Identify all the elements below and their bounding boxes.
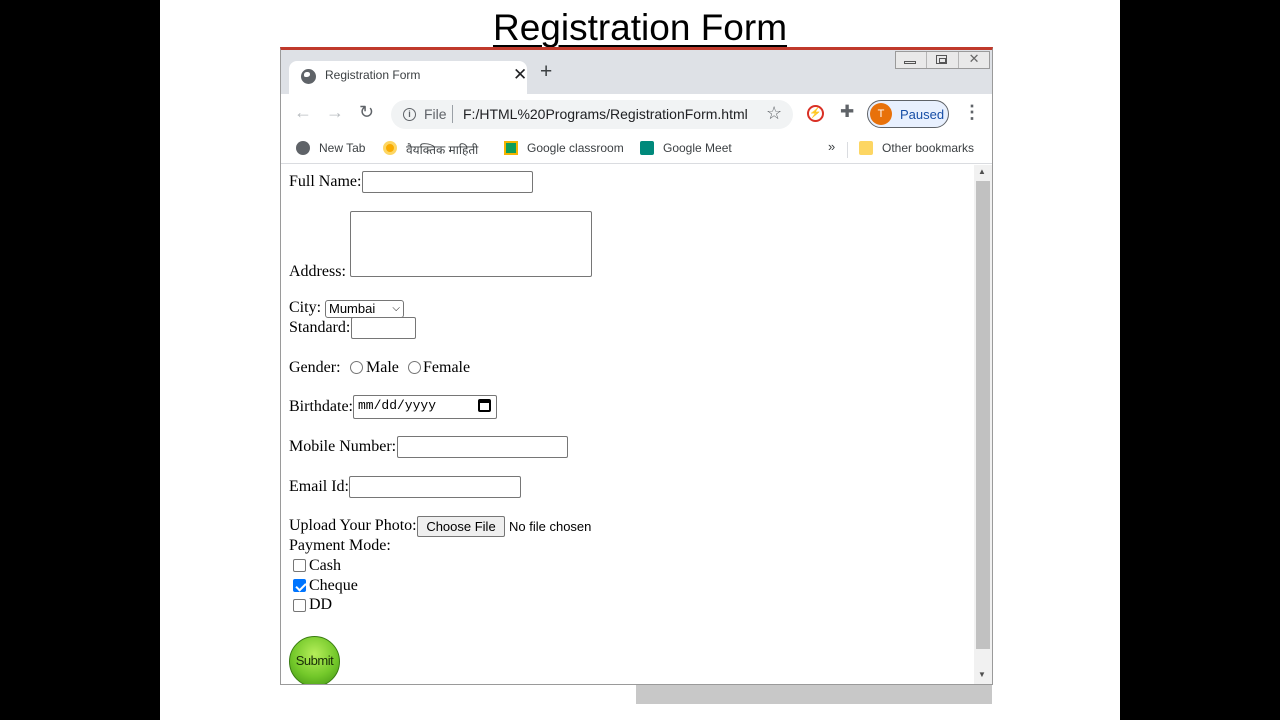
payment-dd-checkbox[interactable] bbox=[293, 599, 306, 612]
city-label: City: bbox=[289, 299, 322, 316]
folder-icon bbox=[859, 141, 873, 155]
window-controls: ✕ bbox=[895, 51, 990, 69]
mobile-input[interactable] bbox=[397, 436, 568, 458]
birthdate-input[interactable]: mm/dd/yyyy bbox=[353, 395, 497, 419]
bookmark-label: Google Meet bbox=[663, 141, 732, 155]
address-scheme: File bbox=[424, 106, 447, 122]
avatar: T bbox=[870, 103, 892, 125]
new-tab-button[interactable]: + bbox=[540, 61, 552, 82]
minimize-button[interactable] bbox=[896, 52, 928, 68]
payment-cheque-label: Cheque bbox=[309, 577, 358, 594]
reload-button[interactable]: ↻ bbox=[359, 103, 374, 121]
address-textarea[interactable] bbox=[350, 211, 592, 277]
globe-icon bbox=[301, 69, 316, 84]
gender-male-radio[interactable] bbox=[350, 361, 363, 374]
photo-label: Upload Your Photo: bbox=[289, 517, 417, 534]
restore-icon bbox=[936, 55, 948, 64]
browser-window: Registration Form ✕ + ✕ ← → ↻ i File F:/… bbox=[280, 47, 993, 685]
standard-label: Standard: bbox=[289, 319, 351, 336]
close-tab-icon[interactable]: ✕ bbox=[513, 65, 527, 85]
payment-label: Payment Mode: bbox=[289, 537, 391, 554]
forward-button[interactable]: → bbox=[326, 103, 344, 121]
page-scrollbar[interactable]: ▲ ▼ bbox=[974, 165, 992, 684]
full-name-label: Full Name: bbox=[289, 173, 362, 190]
tab-bar: Registration Form ✕ + ✕ bbox=[281, 50, 992, 94]
file-status: No file chosen bbox=[509, 519, 592, 534]
more-bookmarks-button[interactable]: » bbox=[828, 139, 835, 154]
back-button[interactable]: ← bbox=[294, 103, 312, 121]
gender-label: Gender: bbox=[289, 359, 341, 376]
birthdate-placeholder: mm/dd/yyyy bbox=[358, 398, 437, 413]
submit-button[interactable]: Submit bbox=[289, 636, 340, 684]
tab-title: Registration Form bbox=[325, 68, 421, 82]
scroll-down-icon[interactable]: ▼ bbox=[978, 670, 986, 679]
birthdate-label: Birthdate: bbox=[289, 398, 353, 415]
gender-female-radio[interactable] bbox=[408, 361, 421, 374]
submit-label: Submit bbox=[295, 653, 334, 668]
calendar-icon[interactable] bbox=[478, 399, 491, 412]
minimize-icon bbox=[904, 61, 916, 64]
payment-cash-checkbox[interactable] bbox=[293, 559, 306, 572]
bookmark-star-icon[interactable]: ☆ bbox=[766, 103, 782, 124]
bookmark-label: Other bookmarks bbox=[882, 141, 975, 155]
background-strip bbox=[636, 684, 992, 704]
bookmark-label: वैयक्तिक माहिती bbox=[406, 143, 479, 157]
extensions-puzzle-icon[interactable]: ✚ bbox=[840, 102, 854, 122]
extension-icon[interactable]: ⚡ bbox=[807, 105, 824, 122]
browser-toolbar: ← → ↻ i File F:/HTML%20Programs/Registra… bbox=[281, 94, 992, 134]
payment-dd-label: DD bbox=[309, 596, 333, 613]
profile-status: Paused bbox=[900, 107, 945, 122]
city-selected: Mumbai bbox=[329, 301, 376, 316]
bookmarks-divider bbox=[847, 142, 848, 158]
payment-cash-label: Cash bbox=[309, 557, 341, 574]
scrollbar-thumb[interactable] bbox=[976, 181, 990, 649]
bookmark-label: Google classroom bbox=[527, 141, 624, 155]
close-icon: ✕ bbox=[968, 51, 980, 66]
profile-button[interactable]: T Paused bbox=[867, 100, 949, 128]
city-select[interactable]: Mumbai ⌵ bbox=[325, 300, 404, 318]
chevron-down-icon: ⌵ bbox=[392, 303, 400, 314]
address-separator bbox=[452, 105, 453, 123]
gender-male-label: Male bbox=[366, 359, 399, 376]
restore-button[interactable] bbox=[927, 52, 959, 68]
tab-registration-form[interactable]: Registration Form ✕ bbox=[289, 61, 527, 94]
bookmarks-bar: New Tab वैयक्तिक माहिती Google classroom… bbox=[281, 134, 992, 164]
close-window-button[interactable]: ✕ bbox=[959, 51, 989, 68]
standard-input[interactable] bbox=[351, 317, 416, 339]
scroll-up-icon[interactable]: ▲ bbox=[978, 167, 986, 176]
bookmark-label: New Tab bbox=[319, 141, 366, 155]
email-input[interactable] bbox=[349, 476, 521, 498]
address-url[interactable]: F:/HTML%20Programs/RegistrationForm.html bbox=[463, 106, 748, 122]
registration-form: Full Name: Address: City: Mumbai ⌵ Stand… bbox=[281, 165, 974, 684]
slide-title: Registration Form bbox=[492, 7, 788, 48]
address-bar[interactable]: i File F:/HTML%20Programs/RegistrationFo… bbox=[391, 100, 793, 129]
kebab-menu-icon[interactable]: ⋮ bbox=[963, 102, 981, 123]
circle-icon bbox=[383, 141, 397, 155]
choose-file-button[interactable]: Choose File bbox=[417, 516, 505, 537]
mobile-label: Mobile Number: bbox=[289, 438, 397, 455]
gender-female-label: Female bbox=[423, 359, 471, 376]
address-label: Address: bbox=[289, 263, 346, 280]
globe-icon bbox=[296, 141, 310, 155]
slide: Registration Form Registration Form ✕ + … bbox=[160, 0, 1120, 720]
info-icon[interactable]: i bbox=[403, 108, 416, 121]
classroom-icon bbox=[504, 141, 518, 155]
meet-icon bbox=[640, 141, 654, 155]
full-name-input[interactable] bbox=[362, 171, 533, 193]
email-label: Email Id: bbox=[289, 478, 349, 495]
payment-cheque-checkbox[interactable] bbox=[293, 579, 306, 592]
